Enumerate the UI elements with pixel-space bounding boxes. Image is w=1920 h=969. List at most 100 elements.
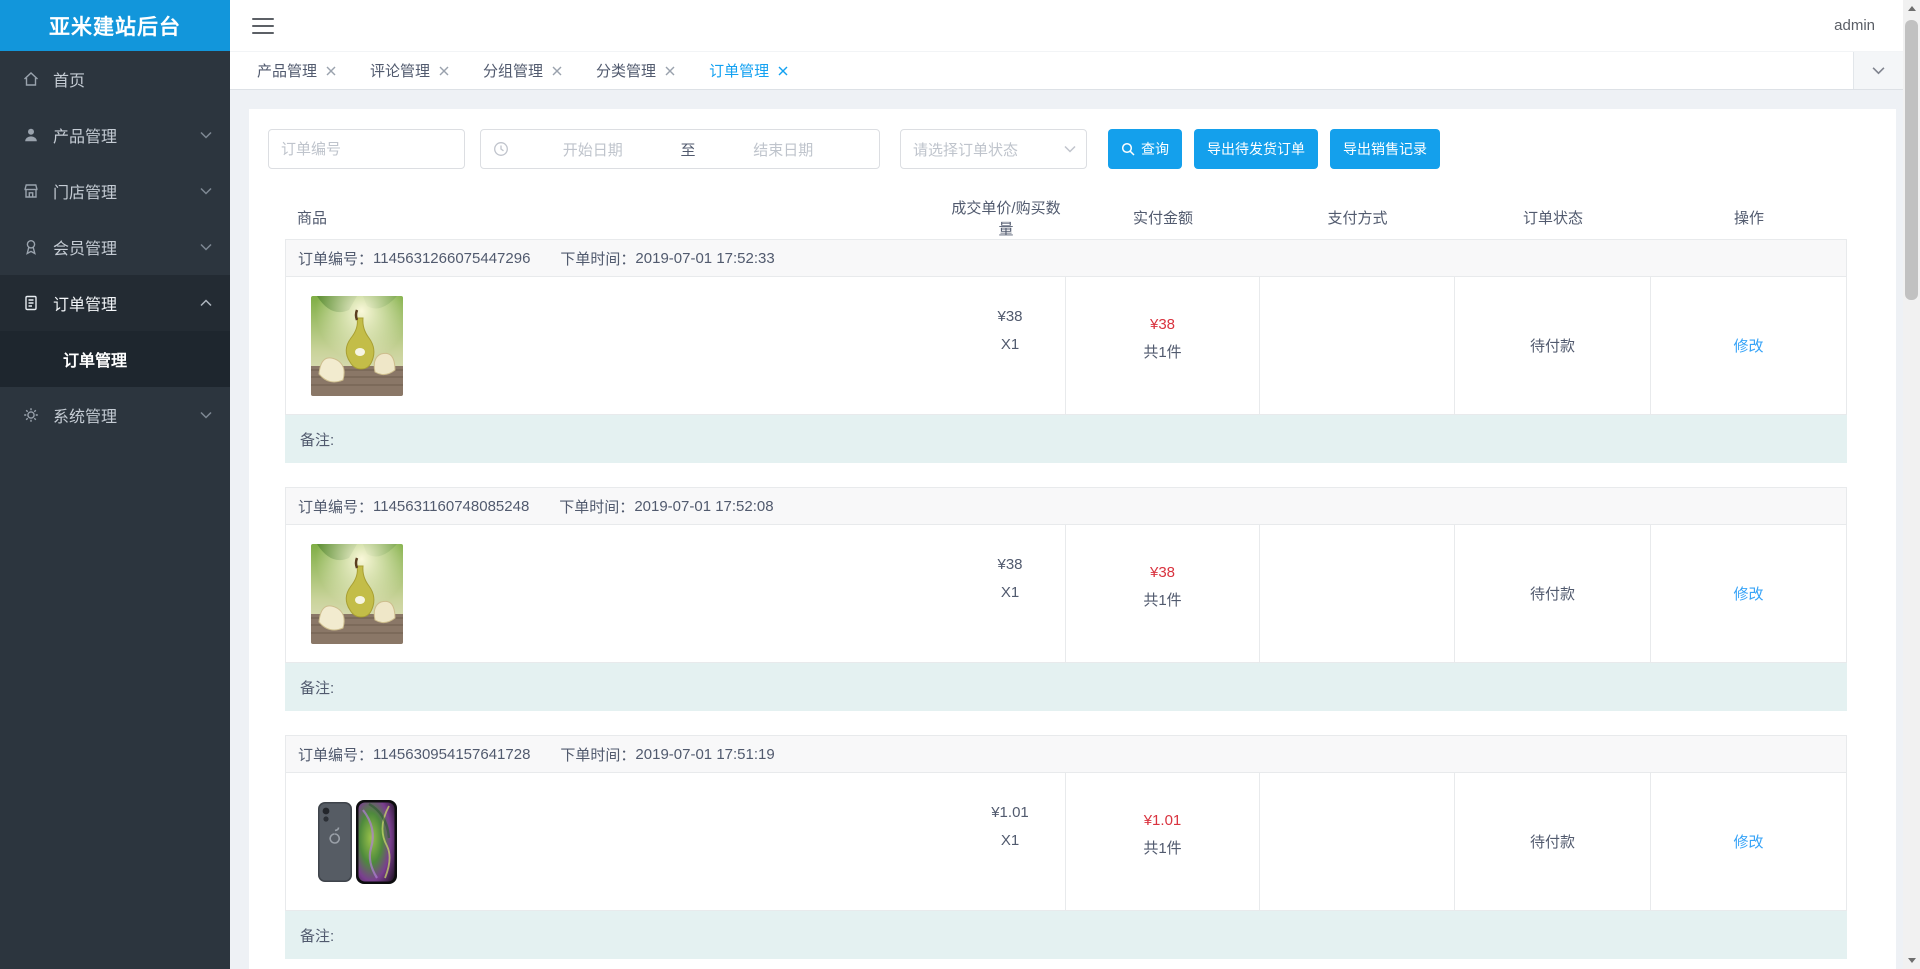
close-icon[interactable] [439, 66, 449, 76]
menu-icon[interactable] [252, 17, 274, 34]
edit-order-link[interactable]: 修改 [1733, 335, 1763, 356]
sidebar-item-label: 首页 [53, 73, 86, 90]
column-paid-amount: 实付金额 [1132, 210, 1193, 227]
order-status-select[interactable]: 请选择订单状态 [900, 129, 1087, 169]
paid-amount: ¥1.01 [1143, 811, 1182, 829]
search-button[interactable]: 查询 [1108, 129, 1182, 169]
paid-amount: ¥38 [1149, 315, 1176, 333]
unit-price: ¥38 [997, 556, 1023, 573]
order-group-header: 订单编号： 1145631266075447296 下单时间： 2019-07-01… [285, 239, 1847, 277]
sidebar-submenu-orders: 订单管理 [0, 331, 230, 387]
tab-list-dropdown[interactable] [1853, 52, 1903, 89]
sidebar-item-system[interactable]: 系统管理 [0, 387, 230, 443]
remark-label: 备注: [300, 927, 335, 945]
sidebar-item-stores[interactable]: 门店管理 [0, 163, 230, 219]
date-range-picker[interactable]: 开始日期 至 结束日期 [480, 129, 880, 169]
status-badge: 待付款 [1529, 338, 1575, 355]
product-image-pear [311, 296, 403, 396]
close-icon[interactable] [552, 66, 562, 76]
chevron-up-icon [200, 299, 212, 307]
tab-label: 订单管理 [709, 63, 770, 80]
orders-table: 商品 成交单价/购买数量 实付金额 支付方式 订单状态 操作 订单编号： 1145… [285, 196, 1847, 959]
piece-count: 共1件 [1143, 591, 1182, 609]
order-row: ¥1.01 X1 ¥1.01 共1件 待付款 修改 [285, 773, 1847, 911]
vertical-scrollbar[interactable] [1903, 0, 1920, 969]
tab-label: 分类管理 [596, 63, 657, 80]
tab-product-management[interactable]: 产品管理 [240, 52, 353, 89]
remark-row: 备注: [285, 911, 1847, 959]
order-group: 订单编号： 1145630954157641728 下单时间： 2019-07-01… [285, 735, 1847, 959]
quantity: X1 [1000, 336, 1020, 353]
chevron-down-icon [200, 187, 212, 195]
scrollbar-thumb[interactable] [1905, 20, 1918, 300]
sidebar-item-label: 门店管理 [53, 185, 118, 202]
close-icon[interactable] [665, 66, 675, 76]
sidebar-subitem-order-management[interactable]: 订单管理 [0, 331, 230, 387]
current-user[interactable]: admin [1834, 17, 1875, 34]
status-placeholder: 请选择订单状态 [913, 141, 1019, 159]
end-date-placeholder: 结束日期 [753, 141, 814, 159]
piece-count: 共1件 [1143, 839, 1182, 857]
sidebar-item-orders[interactable]: 订单管理 [0, 275, 230, 331]
content-area: 开始日期 至 结束日期 请选择订单状态 查询 导出待发货订单 导出销售记录 [230, 91, 1903, 969]
chevron-down-icon [200, 243, 212, 251]
column-unit-price-qty: 成交单价/购买数量 [951, 199, 1061, 238]
tab-category-management[interactable]: 分类管理 [579, 52, 692, 89]
search-icon [1121, 142, 1135, 156]
scroll-up-arrow-icon[interactable] [1903, 0, 1920, 17]
tab-order-management[interactable]: 订单管理 [692, 52, 805, 89]
edit-order-link[interactable]: 修改 [1733, 831, 1763, 852]
column-pay-method: 支付方式 [1327, 210, 1388, 227]
sidebar-item-label: 订单管理 [53, 297, 118, 314]
tab-label: 评论管理 [370, 63, 431, 80]
order-row: ¥38 X1 ¥38 共1件 待付款 修改 [285, 525, 1847, 663]
tab-group-management[interactable]: 分组管理 [466, 52, 579, 89]
order-panel: 开始日期 至 结束日期 请选择订单状态 查询 导出待发货订单 导出销售记录 [249, 109, 1896, 969]
order-row: ¥38 X1 ¥38 共1件 待付款 修改 [285, 277, 1847, 415]
sidebar-item-label: 系统管理 [53, 409, 118, 426]
paid-amount: ¥38 [1149, 563, 1176, 581]
filter-bar: 开始日期 至 结束日期 请选择订单状态 查询 导出待发货订单 导出销售记录 [268, 129, 1866, 169]
close-icon[interactable] [778, 66, 788, 76]
member-badge-icon [22, 238, 40, 256]
chevron-down-icon [200, 411, 212, 419]
user-icon [22, 126, 40, 144]
order-group: 订单编号： 1145631160748085248 下单时间： 2019-07-01… [285, 487, 1847, 711]
export-pending-orders-button[interactable]: 导出待发货订单 [1194, 129, 1318, 169]
order-time-value: 2019-07-01 17:52:08 [634, 497, 774, 515]
export-sales-records-button[interactable]: 导出销售记录 [1330, 129, 1440, 169]
start-date-placeholder: 开始日期 [562, 141, 623, 159]
unit-price: ¥1.01 [991, 804, 1029, 821]
piece-count: 共1件 [1143, 343, 1182, 361]
gear-icon [22, 406, 40, 424]
sidebar-item-label: 会员管理 [53, 241, 118, 258]
order-time-label: 下单时间： [559, 498, 635, 516]
sidebar-item-products[interactable]: 产品管理 [0, 107, 230, 163]
main-area: admin 产品管理 评论管理 分组管理 分类管理 订单管理 订单编号 开始日期… [230, 0, 1903, 969]
close-icon[interactable] [326, 66, 336, 76]
order-group-header: 订单编号： 1145630954157641728 下单时间： 2019-07-01… [285, 735, 1847, 773]
tab-label: 分组管理 [483, 63, 544, 80]
scroll-down-arrow-icon[interactable] [1903, 952, 1920, 969]
tab-comment-management[interactable]: 评论管理 [353, 52, 466, 89]
remark-row: 备注: [285, 663, 1847, 711]
column-product: 商品 [297, 210, 328, 227]
clock-icon [494, 142, 508, 156]
order-number-input[interactable] [268, 129, 465, 169]
order-time-label: 下单时间： [560, 746, 636, 764]
topbar: admin [230, 0, 1903, 51]
order-no-label: 订单编号： [298, 746, 374, 764]
edit-order-link[interactable]: 修改 [1733, 583, 1763, 604]
app-logo: 亚米建站后台 [0, 0, 230, 51]
order-doc-icon [22, 294, 40, 312]
sidebar-item-home[interactable]: 首页 [0, 51, 230, 107]
sidebar-item-label: 产品管理 [53, 129, 118, 146]
unit-price: ¥38 [997, 308, 1023, 325]
range-separator: 至 [680, 141, 696, 159]
remark-label: 备注: [300, 431, 335, 449]
product-image-pear [311, 544, 403, 644]
table-header-row: 商品 成交单价/购买数量 实付金额 支付方式 订单状态 操作 [285, 196, 1847, 239]
remark-row: 备注: [285, 415, 1847, 463]
order-time-label: 下单时间： [560, 250, 636, 268]
sidebar-item-members[interactable]: 会员管理 [0, 219, 230, 275]
